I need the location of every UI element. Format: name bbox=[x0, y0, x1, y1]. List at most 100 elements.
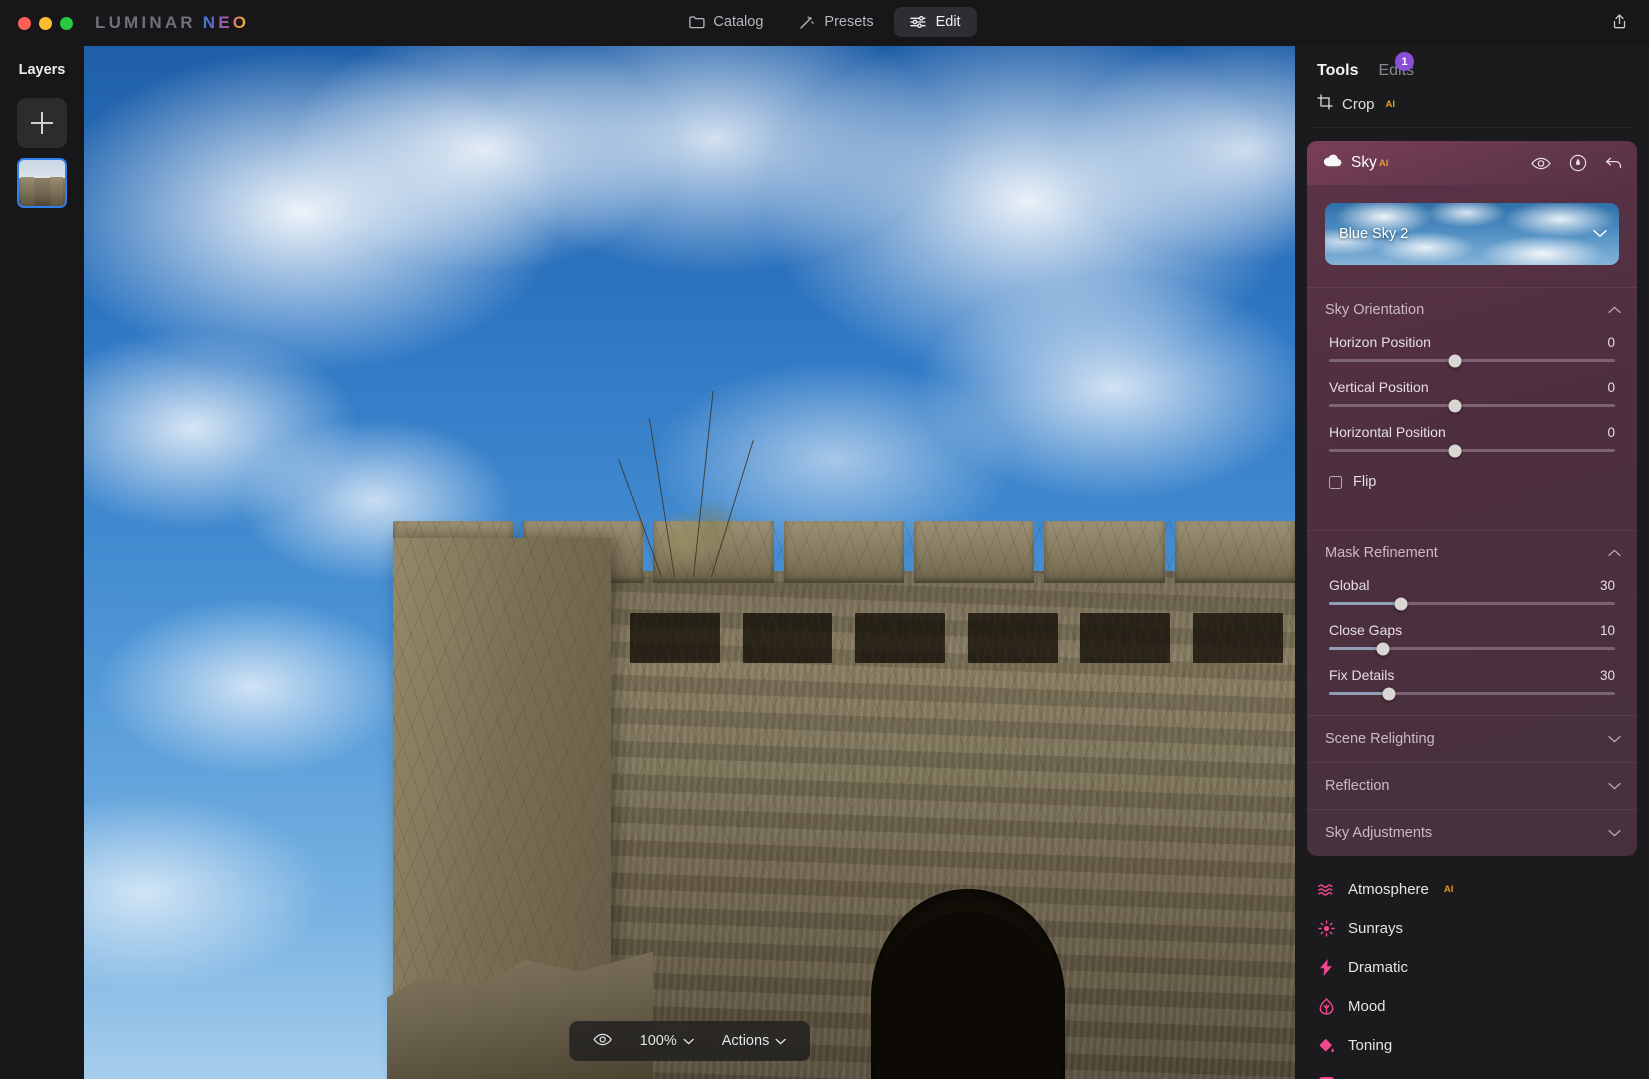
section-reflection[interactable]: Reflection bbox=[1307, 762, 1637, 809]
slider-horizontal-position: Horizontal Position 0 bbox=[1329, 424, 1615, 457]
slider-track[interactable] bbox=[1329, 597, 1615, 610]
section-sky-adjustments[interactable]: Sky Adjustments bbox=[1307, 809, 1637, 856]
corbel bbox=[967, 613, 1058, 664]
slider-track[interactable] bbox=[1329, 444, 1615, 457]
minimize-window-button[interactable] bbox=[39, 16, 52, 30]
crop-icon bbox=[1317, 94, 1333, 114]
crop-label: Crop bbox=[1342, 95, 1375, 113]
nav-edit-label: Edit bbox=[935, 14, 961, 30]
layer-thumbnail[interactable] bbox=[17, 158, 67, 208]
brand-primary: LUMINAR bbox=[95, 13, 196, 32]
slider-handle[interactable] bbox=[1448, 444, 1462, 457]
tool-label: Dramatic bbox=[1348, 959, 1409, 976]
zoom-level-dropdown[interactable]: 100% bbox=[632, 1029, 702, 1053]
tab-tools[interactable]: Tools bbox=[1317, 62, 1358, 80]
slider-fill bbox=[1329, 602, 1401, 605]
chevron-down-icon bbox=[775, 1033, 786, 1049]
tool-atmosphere[interactable]: Atmosphere AI bbox=[1295, 870, 1649, 909]
flip-checkbox[interactable] bbox=[1329, 475, 1342, 489]
slider-handle[interactable] bbox=[1394, 597, 1407, 610]
section-sky-orientation: Sky Orientation Horizon Position 0 Verti… bbox=[1307, 287, 1637, 508]
tool-dramatic[interactable]: Dramatic bbox=[1295, 948, 1649, 987]
actions-dropdown[interactable]: Actions bbox=[714, 1029, 795, 1053]
sky-orientation-sliders: Horizon Position 0 Vertical Position 0 H… bbox=[1307, 330, 1637, 472]
tool-label: Mood bbox=[1348, 998, 1386, 1015]
slider-global: Global 30 bbox=[1329, 577, 1615, 610]
mask-refinement-sliders: Global 30 Close Gaps 10 Fix Details 30 bbox=[1307, 573, 1637, 715]
corbel bbox=[742, 613, 833, 664]
slider-label: Horizon Position bbox=[1329, 334, 1431, 350]
slider-vertical-position: Vertical Position 0 bbox=[1329, 379, 1615, 412]
section-mask-refinement-header[interactable]: Mask Refinement bbox=[1307, 531, 1637, 573]
flip-checkbox-row[interactable]: Flip bbox=[1307, 472, 1637, 508]
section-sky-orientation-header[interactable]: Sky Orientation bbox=[1307, 288, 1637, 330]
sky-preset-label: Blue Sky 2 bbox=[1339, 226, 1409, 242]
tool-label: Atmosphere bbox=[1348, 881, 1429, 898]
eye-icon bbox=[592, 1033, 612, 1050]
panel-tabs: Tools Edits 1 bbox=[1295, 46, 1649, 80]
slider-handle[interactable] bbox=[1448, 354, 1462, 367]
nav-edit[interactable]: Edit bbox=[893, 7, 977, 37]
add-layer-button[interactable] bbox=[17, 98, 67, 148]
chevron-down-icon bbox=[683, 1033, 694, 1049]
chevron-down-icon bbox=[1593, 225, 1607, 243]
mask-brush-icon[interactable] bbox=[1569, 154, 1587, 172]
slider-value: 0 bbox=[1607, 380, 1615, 395]
luminar-neo-window: LUMINAR NEO Catalog Presets Edit Layers … bbox=[0, 0, 1649, 1079]
castle-ruin-subject bbox=[84, 390, 1295, 1079]
sky-preset-selector[interactable]: Blue Sky 2 bbox=[1325, 203, 1619, 265]
window-controls bbox=[18, 16, 73, 30]
eye-icon[interactable] bbox=[1531, 157, 1551, 170]
section-title: Scene Relighting bbox=[1325, 731, 1435, 747]
nav-presets-label: Presets bbox=[824, 14, 874, 30]
canvas-bottom-toolbar: 100% Actions bbox=[568, 1021, 811, 1061]
merlon bbox=[783, 521, 905, 583]
slider-fill bbox=[1329, 647, 1384, 650]
slider-value: 0 bbox=[1607, 335, 1615, 350]
layer-thumb-tower-left bbox=[20, 177, 34, 206]
slider-handle[interactable] bbox=[1382, 687, 1396, 700]
close-window-button[interactable] bbox=[18, 16, 31, 30]
tool-matte[interactable]: Matte bbox=[1295, 1065, 1649, 1079]
tool-label: Toning bbox=[1348, 1037, 1393, 1054]
tool-toning[interactable]: Toning bbox=[1295, 1026, 1649, 1065]
preview-toggle-button[interactable] bbox=[585, 1029, 620, 1054]
slider-handle[interactable] bbox=[1448, 399, 1462, 412]
share-button[interactable] bbox=[1603, 9, 1635, 37]
corbel bbox=[630, 613, 720, 664]
sky-tool-header[interactable]: Sky AI bbox=[1307, 141, 1637, 185]
slider-track[interactable] bbox=[1329, 642, 1615, 655]
waves-icon bbox=[1317, 883, 1335, 897]
folder-icon bbox=[688, 15, 705, 29]
slider-label: Vertical Position bbox=[1329, 379, 1429, 395]
brand-accent: NEO bbox=[202, 13, 250, 32]
layers-title: Layers bbox=[18, 62, 66, 78]
archway-interior bbox=[875, 912, 1062, 1079]
slider-label: Global bbox=[1329, 577, 1370, 593]
slider-value: 0 bbox=[1607, 425, 1615, 440]
slider-handle[interactable] bbox=[1376, 642, 1390, 655]
merlon bbox=[1044, 521, 1165, 583]
slider-track[interactable] bbox=[1329, 687, 1615, 700]
nav-catalog[interactable]: Catalog bbox=[672, 7, 779, 37]
slider-label: Close Gaps bbox=[1329, 622, 1403, 638]
slider-value: 30 bbox=[1599, 668, 1615, 683]
tool-crop[interactable]: Crop AI bbox=[1311, 80, 1633, 128]
slider-horizon-position: Horizon Position 0 bbox=[1329, 334, 1615, 367]
reset-undo-icon[interactable] bbox=[1605, 155, 1623, 171]
tools-panel: Tools Edits 1 Crop AI Sky AI Blue Sky 2 … bbox=[1295, 46, 1649, 1079]
chevron-down-icon bbox=[1608, 824, 1621, 842]
corbel bbox=[855, 613, 946, 664]
photo-canvas[interactable]: 100% Actions bbox=[84, 46, 1295, 1079]
slider-track[interactable] bbox=[1329, 354, 1615, 367]
atmosphere-ai-badge: AI bbox=[1443, 884, 1454, 895]
section-title: Reflection bbox=[1325, 778, 1390, 794]
tool-sunrays[interactable]: Sunrays bbox=[1295, 909, 1649, 948]
slider-track[interactable] bbox=[1329, 399, 1615, 412]
maximize-window-button[interactable] bbox=[60, 16, 73, 30]
nav-presets[interactable]: Presets bbox=[783, 7, 889, 37]
section-mask-refinement: Mask Refinement Global 30 Close Gaps 10 … bbox=[1307, 530, 1637, 715]
top-navigation: Catalog Presets Edit bbox=[672, 7, 977, 37]
tool-mood[interactable]: Mood bbox=[1295, 987, 1649, 1026]
section-scene-relighting[interactable]: Scene Relighting bbox=[1307, 715, 1637, 762]
